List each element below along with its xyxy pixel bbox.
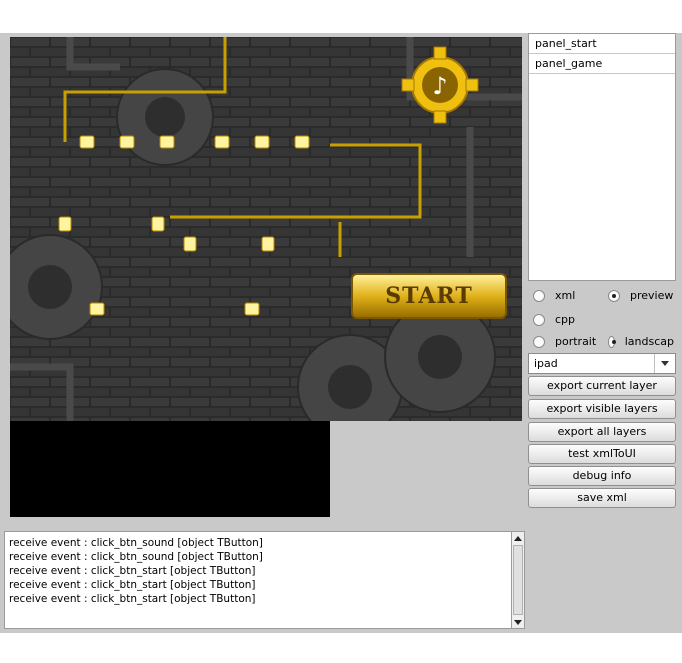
scroll-down-icon[interactable] bbox=[512, 616, 524, 628]
option-preview-label: preview bbox=[630, 289, 674, 302]
option-landscape-label: landscap bbox=[624, 335, 674, 348]
stage-empty-area bbox=[10, 421, 330, 517]
scroll-up-icon[interactable] bbox=[512, 532, 524, 544]
device-select-value: ipad bbox=[534, 357, 558, 370]
log-scrollbar[interactable] bbox=[511, 531, 525, 629]
option-portrait-label: portrait bbox=[555, 335, 597, 348]
option-xml[interactable]: xml bbox=[533, 289, 575, 302]
log-line: receive event : click_btn_sound [object … bbox=[9, 551, 263, 563]
device-select[interactable]: ipad bbox=[528, 353, 676, 374]
option-cpp-label: cpp bbox=[555, 313, 576, 326]
radio-xml[interactable] bbox=[533, 289, 545, 302]
test-xml-to-ui-button[interactable]: test xmlToUI bbox=[528, 444, 676, 464]
radio-cpp[interactable] bbox=[533, 313, 545, 326]
export-current-layer-button[interactable]: export current layer bbox=[528, 376, 676, 396]
radio-preview[interactable] bbox=[608, 289, 620, 302]
radio-landscape[interactable] bbox=[608, 335, 616, 348]
option-preview[interactable]: preview bbox=[608, 289, 673, 302]
svg-text:♪: ♪ bbox=[432, 72, 447, 100]
save-xml-button[interactable]: save xml bbox=[528, 488, 676, 508]
option-xml-label: xml bbox=[555, 289, 576, 302]
layer-item-panel-game[interactable]: panel_game bbox=[529, 54, 675, 74]
start-button-label: START bbox=[385, 283, 473, 309]
radio-portrait[interactable] bbox=[533, 335, 545, 348]
debug-info-button[interactable]: debug info bbox=[528, 466, 676, 486]
log-line: receive event : click_btn_start [object … bbox=[9, 565, 256, 577]
export-all-layers-button[interactable]: export all layers bbox=[528, 422, 676, 442]
log-line: receive event : click_btn_sound [object … bbox=[9, 537, 263, 549]
stage-artwork: ♪ bbox=[10, 37, 522, 421]
export-visible-layers-button[interactable]: export visible layers bbox=[528, 399, 676, 419]
layer-list[interactable]: panel_start panel_game bbox=[528, 33, 676, 281]
start-button[interactable]: START bbox=[351, 273, 507, 319]
scroll-thumb[interactable] bbox=[513, 545, 523, 615]
option-portrait[interactable]: portrait bbox=[533, 335, 596, 348]
chevron-down-icon[interactable] bbox=[654, 354, 675, 373]
option-landscape[interactable]: landscap bbox=[608, 335, 674, 348]
event-log[interactable]: receive event : click_btn_sound [object … bbox=[4, 531, 512, 629]
log-line: receive event : click_btn_start [object … bbox=[9, 579, 256, 591]
option-cpp[interactable]: cpp bbox=[533, 313, 575, 326]
log-line: receive event : click_btn_start [object … bbox=[9, 593, 256, 605]
layer-item-panel-start[interactable]: panel_start bbox=[529, 34, 675, 54]
game-preview-stage[interactable]: ♪ START bbox=[10, 37, 522, 421]
